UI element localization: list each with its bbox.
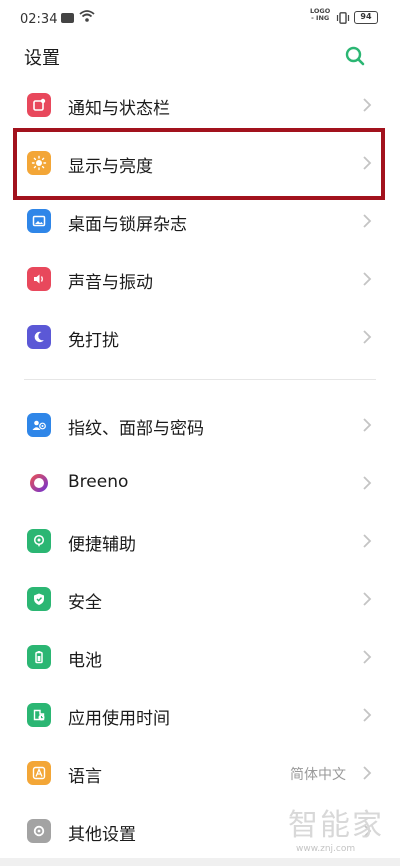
settings-item-label: 免打扰: [68, 331, 119, 351]
shield-icon: [27, 587, 51, 611]
app-timer-icon: [27, 703, 51, 727]
settings-item-wallpaper[interactable]: 桌面与锁屏杂志: [0, 192, 400, 250]
settings-item-label: 电池: [68, 651, 102, 671]
settings-item-label: 桌面与锁屏杂志: [68, 215, 187, 235]
gear-icon: [27, 819, 51, 843]
gallery-notification-icon: [61, 13, 74, 23]
battery-indicator: 94: [354, 11, 378, 24]
language-icon: [27, 761, 51, 785]
settings-item-label: 通知与状态栏: [68, 99, 170, 119]
chevron-right-icon: [363, 708, 372, 722]
settings-item-label: 声音与振动: [68, 273, 153, 293]
watermark-url: www.znj.com: [296, 844, 356, 854]
breeno-icon: [27, 471, 51, 495]
settings-item-label: 应用使用时间: [68, 709, 170, 729]
watermark-main: 智能家: [288, 808, 384, 843]
status-bar: 02:34 LOGO - ING 94: [0, 0, 400, 36]
vibrate-icon: [336, 12, 350, 24]
chevron-right-icon: [363, 214, 372, 228]
highlight-box: [13, 128, 385, 200]
settings-item-label: 其他设置: [68, 825, 136, 845]
chevron-right-icon: [363, 766, 372, 780]
settings-item-dnd[interactable]: 免打扰: [0, 308, 400, 366]
settings-item-label: 指纹、面部与密码: [68, 419, 204, 439]
settings-item-screen-time[interactable]: 应用使用时间: [0, 686, 400, 744]
settings-item-notifications[interactable]: 通知与状态栏: [0, 76, 400, 134]
chevron-right-icon: [363, 476, 372, 490]
chevron-right-icon: [363, 98, 372, 112]
settings-item-label: 语言: [68, 767, 102, 787]
bottom-edge: [0, 858, 400, 866]
settings-item-battery[interactable]: 电池: [0, 628, 400, 686]
fingerprint-user-icon: [27, 413, 51, 437]
chevron-right-icon: [363, 592, 372, 606]
settings-item-safety[interactable]: 安全: [0, 570, 400, 628]
page-title: 设置: [24, 48, 60, 69]
chevron-right-icon: [363, 272, 372, 286]
settings-item-security-bio[interactable]: 指纹、面部与密码: [0, 396, 400, 454]
picture-icon: [27, 209, 51, 233]
speaker-icon: [27, 267, 51, 291]
battery-icon: [27, 645, 51, 669]
settings-item-label: Breeno: [68, 472, 129, 492]
section-divider: [24, 379, 376, 380]
chevron-right-icon: [363, 330, 372, 344]
status-time: 02:34: [20, 12, 58, 27]
notification-icon: [27, 93, 51, 117]
wifi-icon: [79, 10, 95, 22]
settings-item-breeno[interactable]: Breeno: [0, 454, 400, 512]
search-icon[interactable]: [343, 44, 367, 68]
settings-item-label: 安全: [68, 593, 102, 613]
settings-item-label: 便捷辅助: [68, 535, 136, 555]
settings-item-language[interactable]: 语言 简体中文: [0, 744, 400, 802]
settings-item-accessibility[interactable]: 便捷辅助: [0, 512, 400, 570]
carrier-logo: LOGO - ING: [310, 7, 331, 22]
moon-icon: [27, 325, 51, 349]
site-watermark: 智能家 www.znj.com: [288, 800, 396, 854]
chevron-right-icon: [363, 650, 372, 664]
language-value: 简体中文: [290, 767, 346, 783]
settings-item-sound[interactable]: 声音与振动: [0, 250, 400, 308]
accessibility-icon: [27, 529, 51, 553]
chevron-right-icon: [363, 418, 372, 432]
chevron-right-icon: [363, 534, 372, 548]
